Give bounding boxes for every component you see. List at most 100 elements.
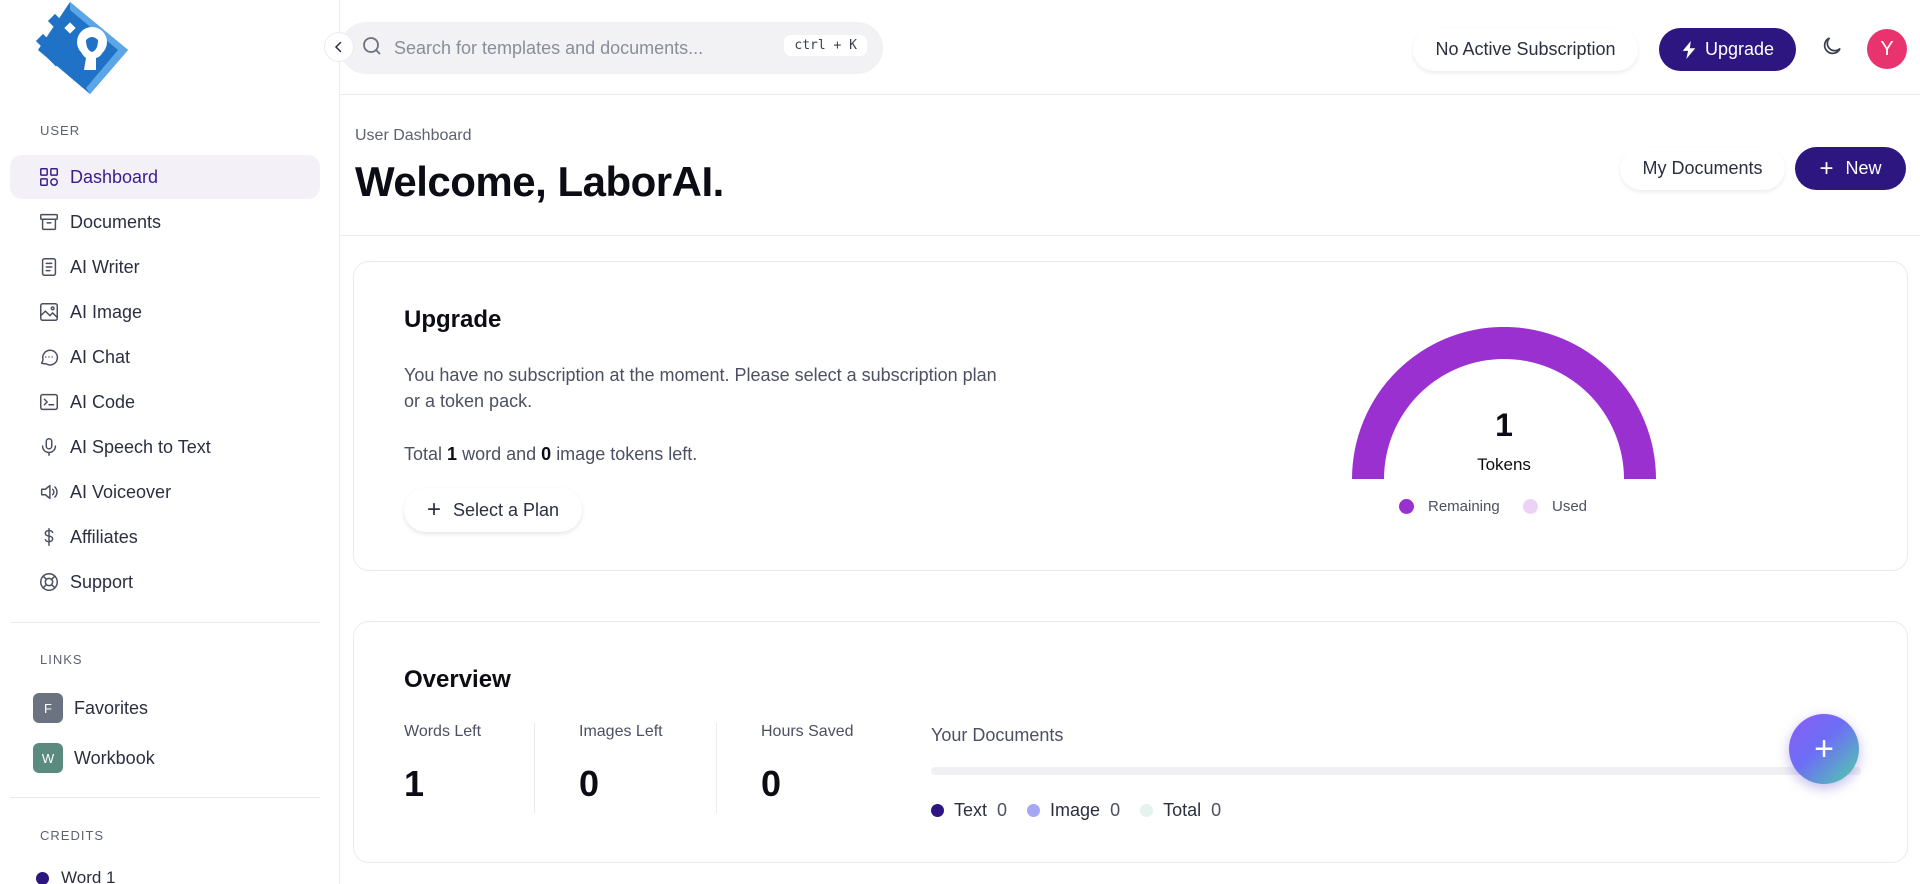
legend-total: Total 0 [1140,800,1221,821]
user-section-label: USER [40,123,81,138]
legend-dot [1027,804,1041,817]
legend-remaining-dot [1399,499,1414,514]
your-documents-title: Your Documents [931,725,1064,745]
plus-icon: + [1814,729,1834,768]
plus-icon: + [426,496,441,523]
sidebar-item-ai-image[interactable]: AI Image [10,290,320,334]
sidebar-item-label: Dashboard [70,166,159,187]
image-icon [38,301,60,323]
dollar-icon [38,526,60,548]
plus-icon: + [1819,154,1834,182]
legend-dot [931,804,944,817]
legend-remaining-label: Remaining [1428,498,1500,515]
dark-mode-toggle[interactable] [1820,34,1850,64]
sidebar-divider [10,797,320,798]
legend-label: Image [1050,800,1101,820]
sidebar-item-label: AI Code [70,391,136,412]
search-icon [360,34,384,63]
microphone-icon [38,436,60,458]
documents-legend: Text 0 Image 0 Total 0 [931,800,1241,821]
stat-label: Words Left [404,723,482,740]
upgrade-label: Upgrade [1704,39,1775,59]
sidebar-item-support[interactable]: Support [10,560,320,604]
stat-divider [716,723,717,813]
image-text: image tokens left. [556,444,698,464]
word-text: word and [462,444,537,464]
sidebar-item-label: AI Voiceover [70,481,172,502]
link-favorites[interactable]: F Favorites [33,693,148,723]
bolt-icon [1682,40,1696,59]
link-workbook[interactable]: W Workbook [33,743,155,773]
my-documents-button[interactable]: My Documents [1620,147,1785,190]
legend-value: 0 [1211,800,1222,820]
documents-progress-bar [931,767,1861,775]
legend-label: Total [1163,800,1202,820]
new-label: New [1845,158,1882,178]
chevron-left-icon [334,41,342,53]
link-badge: W [33,743,63,773]
links-section-label: LINKS [40,652,83,667]
link-badge: F [33,693,63,723]
sidebar-item-documents[interactable]: Documents [10,200,320,244]
lifebuoy-icon [38,571,60,593]
sidebar-item-ai-chat[interactable]: AI Chat [10,335,320,379]
chat-icon [38,346,60,368]
sidebar-item-ai-voiceover[interactable]: AI Voiceover [10,470,320,514]
sidebar-item-label: AI Writer [70,256,140,277]
sidebar-item-label: Documents [70,211,162,232]
sidebar-item-ai-speech-to-text[interactable]: AI Speech to Text [10,425,320,469]
avatar[interactable]: Y [1867,29,1907,69]
sidebar-item-label: AI Image [70,301,143,322]
breadcrumb: User Dashboard [355,127,472,144]
overview-card: Overview Words Left 1 Images Left 0 Hour… [353,621,1908,863]
credit-word: Word 1 [36,868,116,884]
legend-value: 0 [997,800,1008,820]
legend-used-dot [1523,499,1538,514]
search-input[interactable] [394,37,784,59]
legend-image: Image 0 [1027,800,1120,821]
stat-words-left: Words Left 1 [404,723,481,805]
page-title: Welcome, LaborAI. [355,158,724,205]
stat-value: 1 [404,763,425,804]
sidebar-item-ai-code[interactable]: AI Code [10,380,320,424]
subscription-status-button[interactable]: No Active Subscription [1413,28,1638,71]
labor-ai-logo[interactable] [30,0,130,96]
credit-label: Word [61,868,102,884]
stat-label: Images Left [579,723,663,740]
image-tokens-count: 0 [541,444,552,464]
gauge-value: 1 [1495,407,1513,443]
tokens-left-text: Total 1 word and 0 image tokens left. [404,444,697,465]
upgrade-button[interactable]: Upgrade [1659,28,1796,71]
speaker-icon [38,481,60,503]
total-prefix: Total [404,444,443,464]
sidebar-item-label: Affiliates [70,526,138,547]
new-button[interactable]: + New [1795,147,1906,190]
select-plan-button[interactable]: + Select a Plan [404,488,582,532]
document-icon [38,256,60,278]
search-bar[interactable]: ctrl + K [340,22,883,74]
sidebar: USER Dashboard Documents AI Writer AI Im… [0,0,340,884]
moon-icon [1823,37,1841,55]
sidebar-item-ai-writer[interactable]: AI Writer [10,245,320,289]
stat-label: Hours Saved [761,723,854,740]
stat-hours-saved: Hours Saved 0 [761,723,854,805]
floating-add-button[interactable]: + [1789,714,1859,784]
link-label: Favorites [74,697,149,718]
credit-dot [36,871,49,884]
legend-value: 0 [1110,800,1121,820]
sidebar-item-label: AI Speech to Text [70,436,211,457]
credit-value: 1 [106,868,116,884]
sidebar-nav: Dashboard Documents AI Writer AI Image A… [10,155,320,605]
stat-images-left: Images Left 0 [579,723,663,805]
legend-text: Text 0 [931,800,1007,821]
select-plan-label: Select a Plan [452,499,560,520]
upgrade-card-title: Upgrade [404,306,502,333]
sidebar-item-affiliates[interactable]: Affiliates [10,515,320,559]
topbar: ctrl + K No Active Subscription Upgrade … [324,0,1920,95]
gauge-label: Tokens [1477,455,1531,474]
legend-used-label: Used [1552,498,1588,515]
collapse-sidebar-button[interactable] [324,32,354,62]
sidebar-item-dashboard[interactable]: Dashboard [10,155,320,199]
archive-icon [38,211,60,233]
legend-used: Used [1523,498,1587,515]
